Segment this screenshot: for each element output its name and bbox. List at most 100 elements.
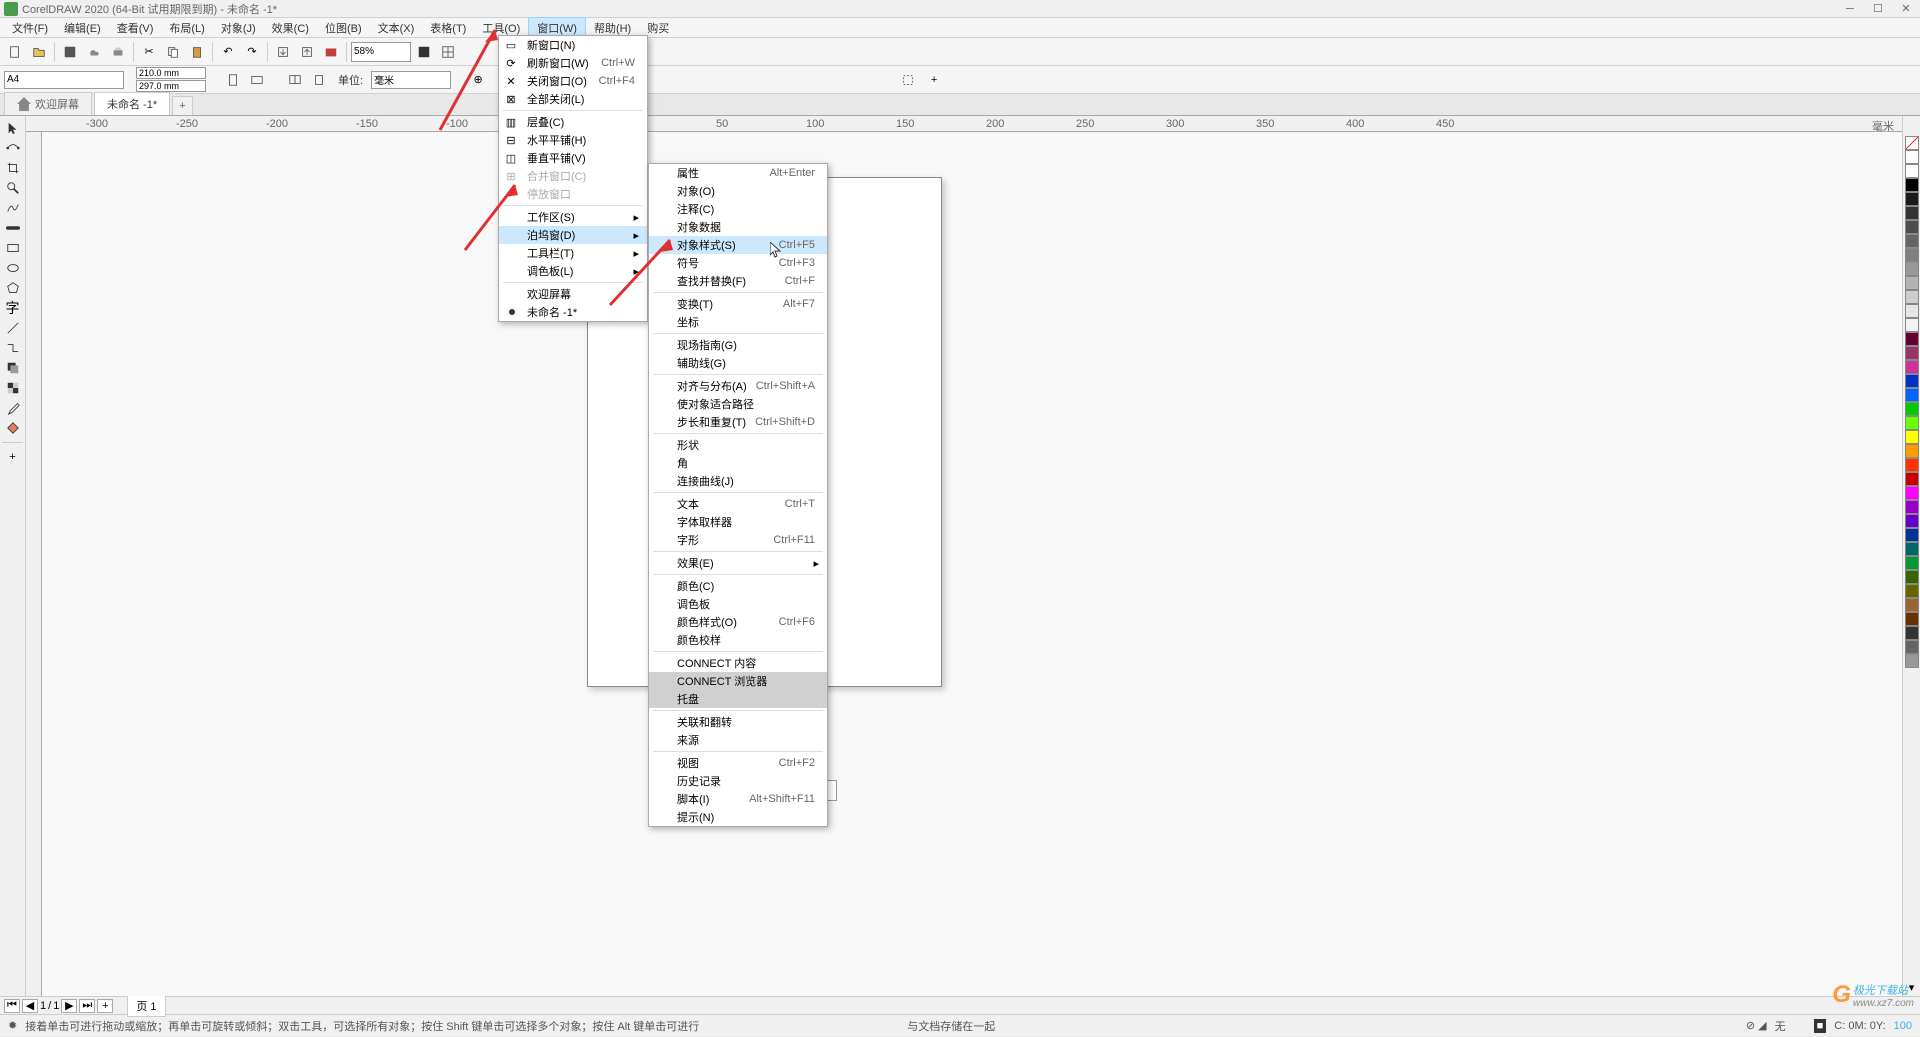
artistic-media-tool[interactable] xyxy=(1,218,25,238)
add-page-button[interactable]: + xyxy=(97,999,113,1013)
color-swatch-36[interactable] xyxy=(1905,654,1919,668)
color-swatch-30[interactable] xyxy=(1905,570,1919,584)
color-swatch-17[interactable] xyxy=(1905,388,1919,402)
menu-palettes[interactable]: 调色板(L)▸ xyxy=(499,262,647,280)
shape-tool[interactable] xyxy=(1,138,25,158)
docker-corner[interactable]: 角 xyxy=(649,454,827,472)
color-swatch-27[interactable] xyxy=(1905,528,1919,542)
color-swatch-11[interactable] xyxy=(1905,304,1919,318)
page-height-input[interactable] xyxy=(136,80,206,92)
menu-dockers[interactable]: 泊坞窗(D)▸ xyxy=(499,226,647,244)
zoom-combo[interactable] xyxy=(351,42,411,62)
add-button[interactable]: + xyxy=(923,69,945,91)
cloud-button[interactable] xyxy=(83,41,105,63)
color-swatch-34[interactable] xyxy=(1905,626,1919,640)
docker-fit-path[interactable]: 使对象适合路径 xyxy=(649,395,827,413)
menu-effects[interactable]: 效果(C) xyxy=(264,18,317,38)
docker-connect-browser[interactable]: CONNECT 浏览器 xyxy=(649,672,827,690)
cut-button[interactable]: ✂ xyxy=(138,41,160,63)
copy-button[interactable] xyxy=(162,41,184,63)
docker-object-data[interactable]: 对象数据 xyxy=(649,218,827,236)
color-swatch-15[interactable] xyxy=(1905,360,1919,374)
color-swatch-8[interactable] xyxy=(1905,262,1919,276)
docker-transform[interactable]: 变换(T)Alt+F7 xyxy=(649,295,827,313)
docker-coordinates[interactable]: 坐标 xyxy=(649,313,827,331)
units-combo[interactable] xyxy=(371,71,451,89)
docker-font-sampler[interactable]: 字体取样器 xyxy=(649,513,827,531)
docker-color-proof[interactable]: 颜色校样 xyxy=(649,631,827,649)
save-button[interactable] xyxy=(59,41,81,63)
color-swatch-13[interactable] xyxy=(1905,332,1919,346)
menu-edit[interactable]: 编辑(E) xyxy=(56,18,109,38)
paste-button[interactable] xyxy=(186,41,208,63)
next-page-button[interactable]: ▶ xyxy=(61,999,77,1013)
color-swatch-3[interactable] xyxy=(1905,192,1919,206)
docker-step-repeat[interactable]: 步长和重复(T)Ctrl+Shift+D xyxy=(649,413,827,431)
color-swatch-9[interactable] xyxy=(1905,276,1919,290)
minimize-button[interactable]: ─ xyxy=(1840,2,1860,16)
new-button[interactable] xyxy=(4,41,26,63)
docker-source[interactable]: 来源 xyxy=(649,731,827,749)
tab-document[interactable]: 未命名 -1* xyxy=(94,92,170,115)
docker-object-styles[interactable]: 对象样式(S)Ctrl+F5 xyxy=(649,236,827,254)
fullscreen-button[interactable] xyxy=(413,41,435,63)
color-swatch-16[interactable] xyxy=(1905,374,1919,388)
docker-find-replace[interactable]: 查找并替换(F)Ctrl+F xyxy=(649,272,827,290)
transparency-tool[interactable] xyxy=(1,378,25,398)
menu-table[interactable]: 表格(T) xyxy=(422,18,474,38)
tab-welcome[interactable]: 欢迎屏幕 xyxy=(4,92,92,115)
paper-size-combo[interactable] xyxy=(4,71,124,89)
open-button[interactable] xyxy=(28,41,50,63)
publish-button[interactable] xyxy=(320,41,342,63)
no-color-swatch[interactable] xyxy=(1905,136,1919,150)
color-swatch-12[interactable] xyxy=(1905,318,1919,332)
menu-bitmaps[interactable]: 位图(B) xyxy=(317,18,370,38)
color-swatch-32[interactable] xyxy=(1905,598,1919,612)
docker-connect-content[interactable]: CONNECT 内容 xyxy=(649,654,827,672)
docker-properties[interactable]: 属性Alt+Enter xyxy=(649,164,827,182)
all-pages-button[interactable] xyxy=(284,69,306,91)
page-tab[interactable]: 页 1 xyxy=(127,995,165,1017)
color-swatch-24[interactable] xyxy=(1905,486,1919,500)
color-swatch-29[interactable] xyxy=(1905,556,1919,570)
docker-view[interactable]: 视图Ctrl+F2 xyxy=(649,754,827,772)
color-swatch-4[interactable] xyxy=(1905,206,1919,220)
color-swatch-21[interactable] xyxy=(1905,444,1919,458)
color-swatch-28[interactable] xyxy=(1905,542,1919,556)
portrait-button[interactable] xyxy=(222,69,244,91)
pick-tool[interactable] xyxy=(1,118,25,138)
color-swatch-14[interactable] xyxy=(1905,346,1919,360)
docker-guidelines[interactable]: 辅助线(G) xyxy=(649,354,827,372)
color-swatch-25[interactable] xyxy=(1905,500,1919,514)
menu-file[interactable]: 文件(F) xyxy=(4,18,56,38)
menu-text[interactable]: 文本(X) xyxy=(370,18,423,38)
text-tool[interactable]: 字 xyxy=(1,298,25,318)
menu-doc-1[interactable]: 未命名 -1* xyxy=(499,303,647,321)
tab-add[interactable]: + xyxy=(172,96,192,115)
menu-tile-h[interactable]: ⊟水平平铺(H) xyxy=(499,131,647,149)
color-swatch-22[interactable] xyxy=(1905,458,1919,472)
color-swatch-31[interactable] xyxy=(1905,584,1919,598)
docker-script[interactable]: 脚本(I)Alt+Shift+F11 xyxy=(649,790,827,808)
color-swatch-18[interactable] xyxy=(1905,402,1919,416)
docker-color-styles[interactable]: 颜色样式(O)Ctrl+F6 xyxy=(649,613,827,631)
color-swatch-26[interactable] xyxy=(1905,514,1919,528)
menu-welcome-screen[interactable]: 欢迎屏幕 xyxy=(499,285,647,303)
docker-text[interactable]: 文本Ctrl+T xyxy=(649,495,827,513)
color-swatch-1[interactable] xyxy=(1905,164,1919,178)
export-button[interactable] xyxy=(296,41,318,63)
menu-workspace[interactable]: 工作区(S)▸ xyxy=(499,208,647,226)
page-width-input[interactable] xyxy=(136,67,206,79)
landscape-button[interactable] xyxy=(246,69,268,91)
color-swatch-10[interactable] xyxy=(1905,290,1919,304)
print-button[interactable] xyxy=(107,41,129,63)
eyedropper-tool[interactable] xyxy=(1,398,25,418)
docker-color[interactable]: 颜色(C) xyxy=(649,577,827,595)
menu-new-window[interactable]: ▭新窗口(N) xyxy=(499,36,647,54)
menu-close-all[interactable]: ⊠全部关闭(L) xyxy=(499,90,647,108)
ellipse-tool[interactable] xyxy=(1,258,25,278)
docker-objects[interactable]: 对象(O) xyxy=(649,182,827,200)
menu-object[interactable]: 对象(J) xyxy=(213,18,264,38)
zoom-tool[interactable] xyxy=(1,178,25,198)
undo-button[interactable]: ↶ xyxy=(217,41,239,63)
